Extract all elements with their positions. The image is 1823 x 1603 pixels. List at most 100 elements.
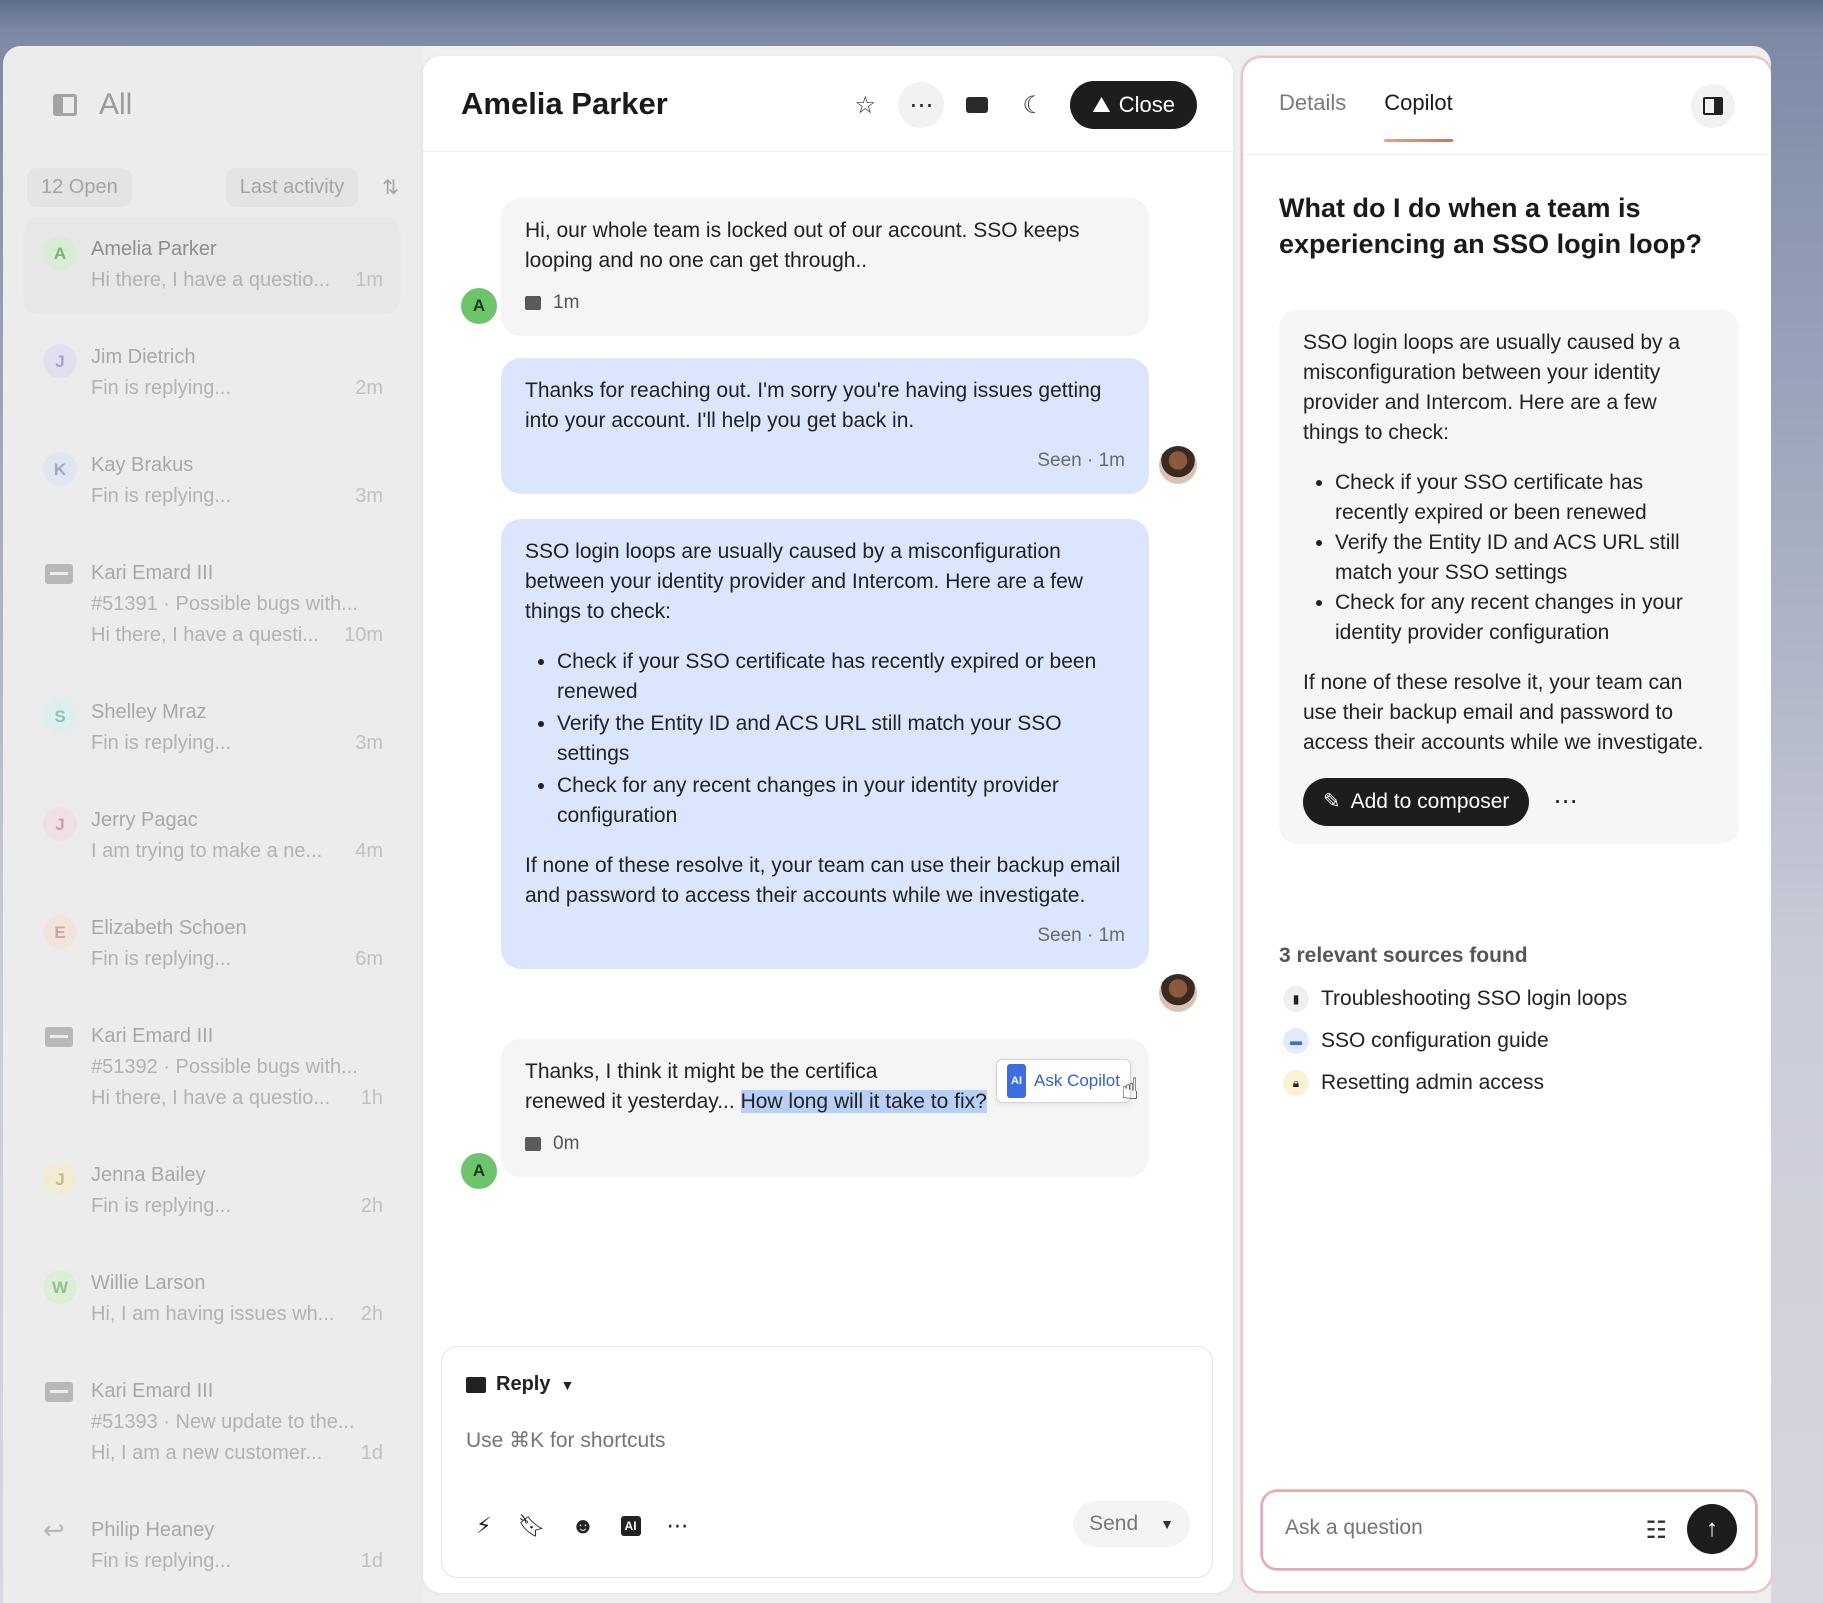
ticket-icon [45, 1382, 73, 1402]
tab-copilot[interactable]: Copilot [1384, 90, 1454, 142]
conversation-name: Willie Larson [91, 1272, 206, 1294]
conversation-time: 2h [360, 1195, 383, 1217]
conversation-time: 1h [360, 1087, 383, 1109]
list-item: Check if your SSO certificate has recent… [557, 647, 1125, 707]
list-item: Verify the Entity ID and ACS URL still m… [557, 709, 1125, 769]
ticket-icon[interactable] [954, 82, 1000, 128]
conversation-preview: Fin is replying... [91, 1195, 232, 1217]
reply-icon [466, 1376, 486, 1393]
composer-input[interactable] [466, 1429, 1066, 1453]
source-label: Troubleshooting SSO login loops [1321, 987, 1628, 1010]
source-item[interactable]: 🔒︎ Resetting admin access [1283, 1070, 1627, 1096]
customer-avatar[interactable]: A [461, 288, 497, 324]
answer-outro: If none of these resolve it, your team c… [1303, 671, 1704, 754]
avatar: E [43, 915, 77, 949]
conversation-name: Kari Emard III [91, 1025, 214, 1047]
selected-text[interactable]: How long will it take to fix? [740, 1090, 987, 1113]
more-options-icon[interactable]: ⋯ [898, 82, 945, 128]
conversation-item[interactable]: Kari Emard III #51391 · Possible bugs wit… [25, 542, 399, 667]
conversation-item[interactable]: J Jim Dietrich Fin is replying... 2m [25, 326, 399, 420]
bookmark-icon[interactable]: 🔖︎ [517, 1513, 545, 1539]
conversation-preview-row: Hi there, I have a questio... 1h [91, 1083, 383, 1114]
conversation-item[interactable]: J Jerry Pagac I am trying to make a ne... 4… [25, 789, 399, 883]
conversation-preview-row: Fin is replying... 3m [91, 481, 383, 512]
chevron-down-icon[interactable]: ▼ [1160, 1516, 1174, 1532]
more-options-icon[interactable]: ⋯ [667, 1513, 689, 1539]
conversation-item[interactable]: A Amelia Parker Hi there, I have a questio… [25, 218, 399, 312]
message-outro: If none of these resolve it, your team c… [525, 854, 1121, 907]
ticket-subject: #51393 · New update to the... [91, 1411, 355, 1433]
seen-status: Seen · 1m [1037, 925, 1125, 946]
star-icon[interactable]: ☆ [842, 82, 888, 128]
ticket-icon [45, 1027, 73, 1047]
copilot-panel: Details Copilot What do I do when a team… [1241, 56, 1771, 1593]
customer-avatar[interactable]: A [461, 1153, 497, 1189]
lightning-icon[interactable]: ⚡ [476, 1513, 491, 1539]
conversation-preview-row: Fin is replying... 2m [91, 373, 383, 404]
chat-channel-icon [525, 296, 541, 310]
conversation-preview: Hi, I am having issues wh... [91, 1303, 335, 1325]
list-item: Check if your SSO certificate has recent… [1335, 468, 1715, 528]
header-actions: ☆ ⋯ ☾ ⛰ Close [842, 81, 1197, 129]
sidebar-header: All [53, 88, 132, 122]
conversation-preview-row: Hi, I am having issues wh... 2h [91, 1299, 383, 1330]
ask-question-input[interactable] [1285, 1516, 1585, 1540]
conversation-preview-row: Hi, I am a new customer... 1d [91, 1438, 383, 1469]
conversation-preview-row: Fin is replying... 6m [91, 944, 383, 975]
conversation-preview: Fin is replying... [91, 732, 232, 754]
list-item: Verify the Entity ID and ACS URL still m… [1335, 528, 1715, 588]
source-label: SSO configuration guide [1321, 1029, 1549, 1052]
seen-status: Seen · 1m [1037, 450, 1125, 471]
conversation-item[interactable]: ↩ Philip Heaney Fin is replying... 1d [25, 1499, 399, 1593]
sort-order-icon[interactable]: ⇅ [382, 175, 399, 200]
close-conversation-button[interactable]: ⛰ Close [1070, 81, 1197, 129]
sources-list: ▮ Troubleshooting SSO login loops ▬ SSO … [1283, 986, 1627, 1112]
emoji-icon[interactable]: ☻ [571, 1513, 594, 1539]
conversation-item[interactable]: E Elizabeth Schoen Fin is replying... 6m [25, 897, 399, 991]
reply-mode-dropdown[interactable]: Reply ▼ [466, 1373, 574, 1396]
avatar: J [43, 344, 77, 378]
panel-tabs: Details Copilot [1279, 90, 1454, 142]
ai-icon[interactable]: AI [620, 1516, 641, 1536]
conversation-preview-row: I am trying to make a ne... 4m [91, 836, 383, 867]
submit-question-button[interactable]: ↑ [1687, 1504, 1737, 1554]
conversation-item[interactable]: Kari Emard III #51393 · New update to the… [25, 1360, 399, 1485]
agent-avatar[interactable] [1159, 446, 1197, 484]
conversation-name: Jenna Bailey [91, 1164, 206, 1186]
ask-copilot-button[interactable]: AI Ask Copilot [996, 1059, 1131, 1103]
conversation-item[interactable]: K Kay Brakus Fin is replying... 3m [25, 434, 399, 528]
conversation-item[interactable]: W Willie Larson Hi, I am having issues wh.… [25, 1252, 399, 1346]
panel-toggle-button[interactable] [1691, 84, 1735, 128]
conversation-preview: Hi there, I have a questio... [91, 269, 331, 291]
add-to-composer-button[interactable]: ✎ Add to composer [1303, 778, 1530, 826]
answer-intro: SSO login loops are usually caused by a … [1303, 331, 1681, 444]
conversation-item[interactable]: J Jenna Bailey Fin is replying... 2h [25, 1144, 399, 1238]
source-item[interactable]: ▬ SSO configuration guide [1283, 1028, 1627, 1054]
more-options-icon[interactable]: ⋯ [1553, 787, 1578, 817]
agent-message: Thanks for reaching out. I'm sorry you'r… [501, 358, 1149, 494]
customer-message: Hi, our whole team is locked out of our … [501, 198, 1149, 336]
tab-details[interactable]: Details [1279, 90, 1346, 142]
conversation-pane: Amelia Parker ☆ ⋯ ☾ ⛰ Close Hi, our whol… [423, 56, 1233, 1593]
sort-dropdown[interactable]: Last activity [225, 168, 359, 207]
open-count-filter[interactable]: 12 Open [27, 168, 132, 207]
lock-icon: 🔒︎ [1283, 1070, 1309, 1096]
list-item: Check for any recent changes in your ide… [1335, 588, 1715, 648]
settings-sliders-icon[interactable]: ☷ [1645, 1516, 1667, 1545]
agent-avatar[interactable] [1159, 974, 1197, 1012]
list-item: Check for any recent changes in your ide… [557, 771, 1125, 831]
conversation-item[interactable]: Kari Emard III #51392 · Possible bugs wit… [25, 1005, 399, 1130]
sidebar-toggle-icon[interactable] [53, 94, 77, 116]
snooze-icon[interactable]: ☾ [1010, 82, 1056, 128]
send-button[interactable]: Send [1089, 1512, 1138, 1536]
conversation-preview: Fin is replying... [91, 1550, 232, 1572]
conversation-preview-row: Fin is replying... 3m [91, 728, 383, 759]
conversation-name: Kari Emard III [91, 562, 214, 584]
add-to-composer-label: Add to composer [1350, 790, 1510, 813]
ticket-icon [45, 564, 73, 584]
source-item[interactable]: ▮ Troubleshooting SSO login loops [1283, 986, 1627, 1012]
message-text-part: renewed it yesterday... [525, 1090, 741, 1113]
conversation-item[interactable]: S Shelley Mraz Fin is replying... 3m [25, 681, 399, 775]
conversation-time: 6m [355, 948, 383, 970]
message-intro: SSO login loops are usually caused by a … [525, 540, 1083, 623]
